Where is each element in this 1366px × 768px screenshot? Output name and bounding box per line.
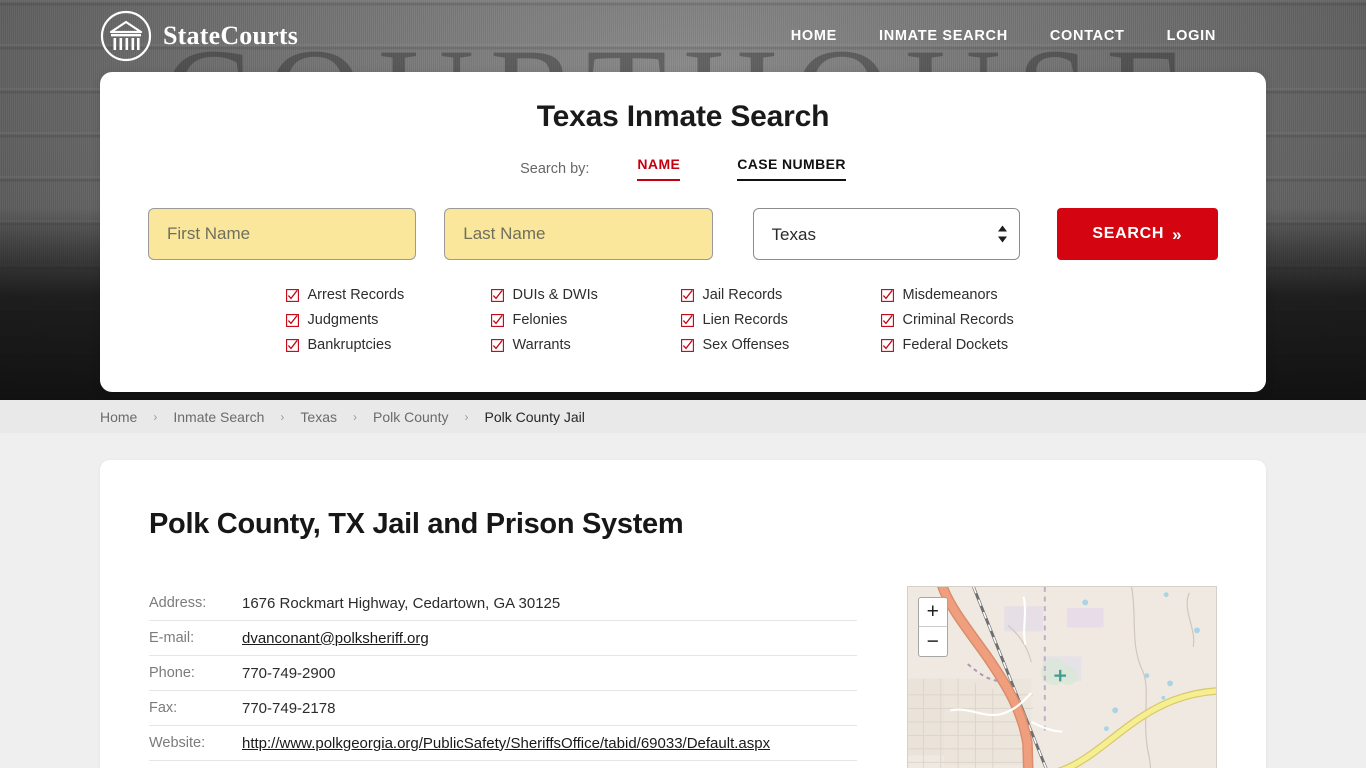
breadcrumb: Home › Inmate Search › Texas › Polk Coun… bbox=[0, 400, 1366, 433]
facility-body-row: Address: 1676 Rockmart Highway, Cedartow… bbox=[149, 586, 1217, 768]
category-duis-dwis[interactable]: DUIs & DWIs bbox=[490, 283, 681, 307]
info-key: E-mail: bbox=[149, 630, 195, 646]
info-value: 770-749-2900 bbox=[242, 664, 336, 682]
breadcrumb-item-home[interactable]: Home bbox=[100, 409, 137, 425]
breadcrumb-separator-icon: › bbox=[280, 409, 285, 424]
category-label: Misdemeanors bbox=[902, 287, 998, 303]
location-map[interactable]: + − US 27 bbox=[906, 586, 1217, 768]
info-value: http://www.polkgeorgia.org/PublicSafety/… bbox=[242, 735, 770, 752]
main-content-wrapper: Polk County, TX Jail and Prison System A… bbox=[0, 433, 1366, 768]
category-felonies[interactable]: Felonies bbox=[490, 308, 681, 332]
category-federal-dockets[interactable]: Federal Dockets bbox=[880, 333, 1081, 357]
category-label: Felonies bbox=[512, 312, 568, 328]
state-select[interactable]: Texas bbox=[752, 208, 1020, 260]
search-button-label: SEARCH bbox=[1092, 225, 1165, 242]
brand-name: StateCourts bbox=[163, 21, 299, 50]
category-warrants[interactable]: Warrants bbox=[490, 333, 681, 357]
tab-name[interactable]: NAME bbox=[637, 156, 681, 181]
info-row-phone: Phone: 770-749-2900 bbox=[149, 656, 857, 691]
category-jail-records[interactable]: Jail Records bbox=[680, 283, 881, 307]
map-tiles bbox=[907, 587, 1216, 768]
info-value: dvanconant@polksheriff.org bbox=[242, 630, 429, 647]
state-select-wrapper: Texas bbox=[752, 208, 1020, 260]
top-navigation-bar: StateCourts HOME INMATE SEARCH CONTACT L… bbox=[0, 0, 1366, 72]
checked-checkbox-icon bbox=[285, 288, 299, 302]
breadcrumb-item-current: Polk County Jail bbox=[484, 408, 585, 425]
breadcrumb-separator-icon: › bbox=[153, 409, 158, 424]
info-key: Website: bbox=[149, 735, 206, 751]
category-label: Bankruptcies bbox=[307, 337, 392, 353]
inmate-search-card: Texas Inmate Search Search by: NAME CASE… bbox=[100, 72, 1266, 392]
last-name-input[interactable] bbox=[444, 208, 713, 260]
category-label: Judgments bbox=[307, 312, 379, 328]
category-bankruptcies[interactable]: Bankruptcies bbox=[285, 333, 491, 357]
page-title: Polk County, TX Jail and Prison System bbox=[149, 508, 684, 540]
info-row-website: Website: http://www.polkgeorgia.org/Publ… bbox=[149, 726, 857, 761]
breadcrumb-item-inmate-search[interactable]: Inmate Search bbox=[173, 409, 264, 425]
checked-checkbox-icon bbox=[490, 313, 504, 327]
breadcrumb-item-texas[interactable]: Texas bbox=[300, 409, 337, 425]
checked-checkbox-icon bbox=[680, 288, 694, 302]
checked-checkbox-icon bbox=[490, 338, 504, 352]
facility-info-table: Address: 1676 Rockmart Highway, Cedartow… bbox=[149, 586, 857, 768]
search-button[interactable]: SEARCH » bbox=[1056, 208, 1218, 260]
brand-logo[interactable]: StateCourts bbox=[100, 10, 298, 62]
hero-banner: COURTHOUSE StateCourts HOME INMATE SEARC… bbox=[0, 0, 1366, 400]
map-zoom-in-button[interactable]: + bbox=[918, 598, 947, 627]
courthouse-logo-icon bbox=[100, 10, 152, 62]
info-row-fax: Fax: 770-749-2178 bbox=[149, 691, 857, 726]
category-criminal-records[interactable]: Criminal Records bbox=[880, 308, 1081, 332]
main-nav: HOME INMATE SEARCH CONTACT LOGIN bbox=[791, 28, 1216, 44]
checked-checkbox-icon bbox=[285, 313, 299, 327]
breadcrumb-item-polk-county[interactable]: Polk County bbox=[373, 409, 448, 425]
search-by-row: Search by: NAME CASE NUMBER bbox=[148, 156, 1218, 181]
record-category-grid: Arrest Records DUIs & DWIs Jail Records … bbox=[148, 283, 1218, 357]
category-label: DUIs & DWIs bbox=[512, 287, 598, 303]
checked-checkbox-icon bbox=[285, 338, 299, 352]
category-sex-offenses[interactable]: Sex Offenses bbox=[680, 333, 881, 357]
facility-detail-card: Polk County, TX Jail and Prison System A… bbox=[100, 460, 1266, 768]
search-by-label: Search by: bbox=[520, 160, 590, 177]
info-key: Fax: bbox=[149, 700, 178, 716]
info-key: Phone: bbox=[149, 665, 195, 681]
checked-checkbox-icon bbox=[680, 338, 694, 352]
checked-checkbox-icon bbox=[880, 288, 894, 302]
checked-checkbox-icon bbox=[880, 338, 894, 352]
category-label: Lien Records bbox=[702, 312, 788, 328]
info-key: Address: bbox=[149, 595, 207, 611]
search-card-title: Texas Inmate Search bbox=[536, 100, 830, 133]
breadcrumb-separator-icon: › bbox=[464, 409, 469, 424]
category-arrest-records[interactable]: Arrest Records bbox=[285, 283, 491, 307]
nav-login[interactable]: LOGIN bbox=[1167, 28, 1216, 44]
breadcrumb-separator-icon: › bbox=[353, 409, 357, 424]
category-label: Sex Offenses bbox=[702, 337, 790, 353]
info-row-address: Address: 1676 Rockmart Highway, Cedartow… bbox=[149, 586, 857, 621]
category-label: Criminal Records bbox=[902, 312, 1014, 328]
map-zoom-controls[interactable]: + − bbox=[917, 597, 948, 657]
website-link[interactable]: http://www.polkgeorgia.org/PublicSafety/… bbox=[242, 735, 770, 752]
nav-home[interactable]: HOME bbox=[791, 28, 837, 44]
tab-case-number[interactable]: CASE NUMBER bbox=[737, 156, 846, 181]
map-zoom-out-button[interactable]: − bbox=[919, 627, 947, 656]
category-label: Federal Dockets bbox=[902, 337, 1009, 353]
checked-checkbox-icon bbox=[490, 288, 504, 302]
category-label: Warrants bbox=[512, 337, 571, 353]
info-value: 1676 Rockmart Highway, Cedartown, GA 301… bbox=[242, 594, 561, 612]
info-value: 770-749-2178 bbox=[242, 699, 336, 717]
chevron-right-double-icon: » bbox=[1172, 224, 1183, 244]
nav-inmate-search[interactable]: INMATE SEARCH bbox=[879, 28, 1008, 44]
category-misdemeanors[interactable]: Misdemeanors bbox=[880, 283, 1081, 307]
first-name-input[interactable] bbox=[148, 208, 417, 260]
search-form-row: Texas SEARCH » bbox=[148, 208, 1218, 260]
category-label: Jail Records bbox=[702, 287, 783, 303]
checked-checkbox-icon bbox=[680, 313, 694, 327]
checked-checkbox-icon bbox=[880, 313, 894, 327]
email-link[interactable]: dvanconant@polksheriff.org bbox=[242, 630, 429, 647]
category-lien-records[interactable]: Lien Records bbox=[680, 308, 881, 332]
info-row-email: E-mail: dvanconant@polksheriff.org bbox=[149, 621, 857, 656]
category-label: Arrest Records bbox=[307, 287, 405, 303]
nav-contact[interactable]: CONTACT bbox=[1050, 28, 1125, 44]
category-judgments[interactable]: Judgments bbox=[285, 308, 491, 332]
